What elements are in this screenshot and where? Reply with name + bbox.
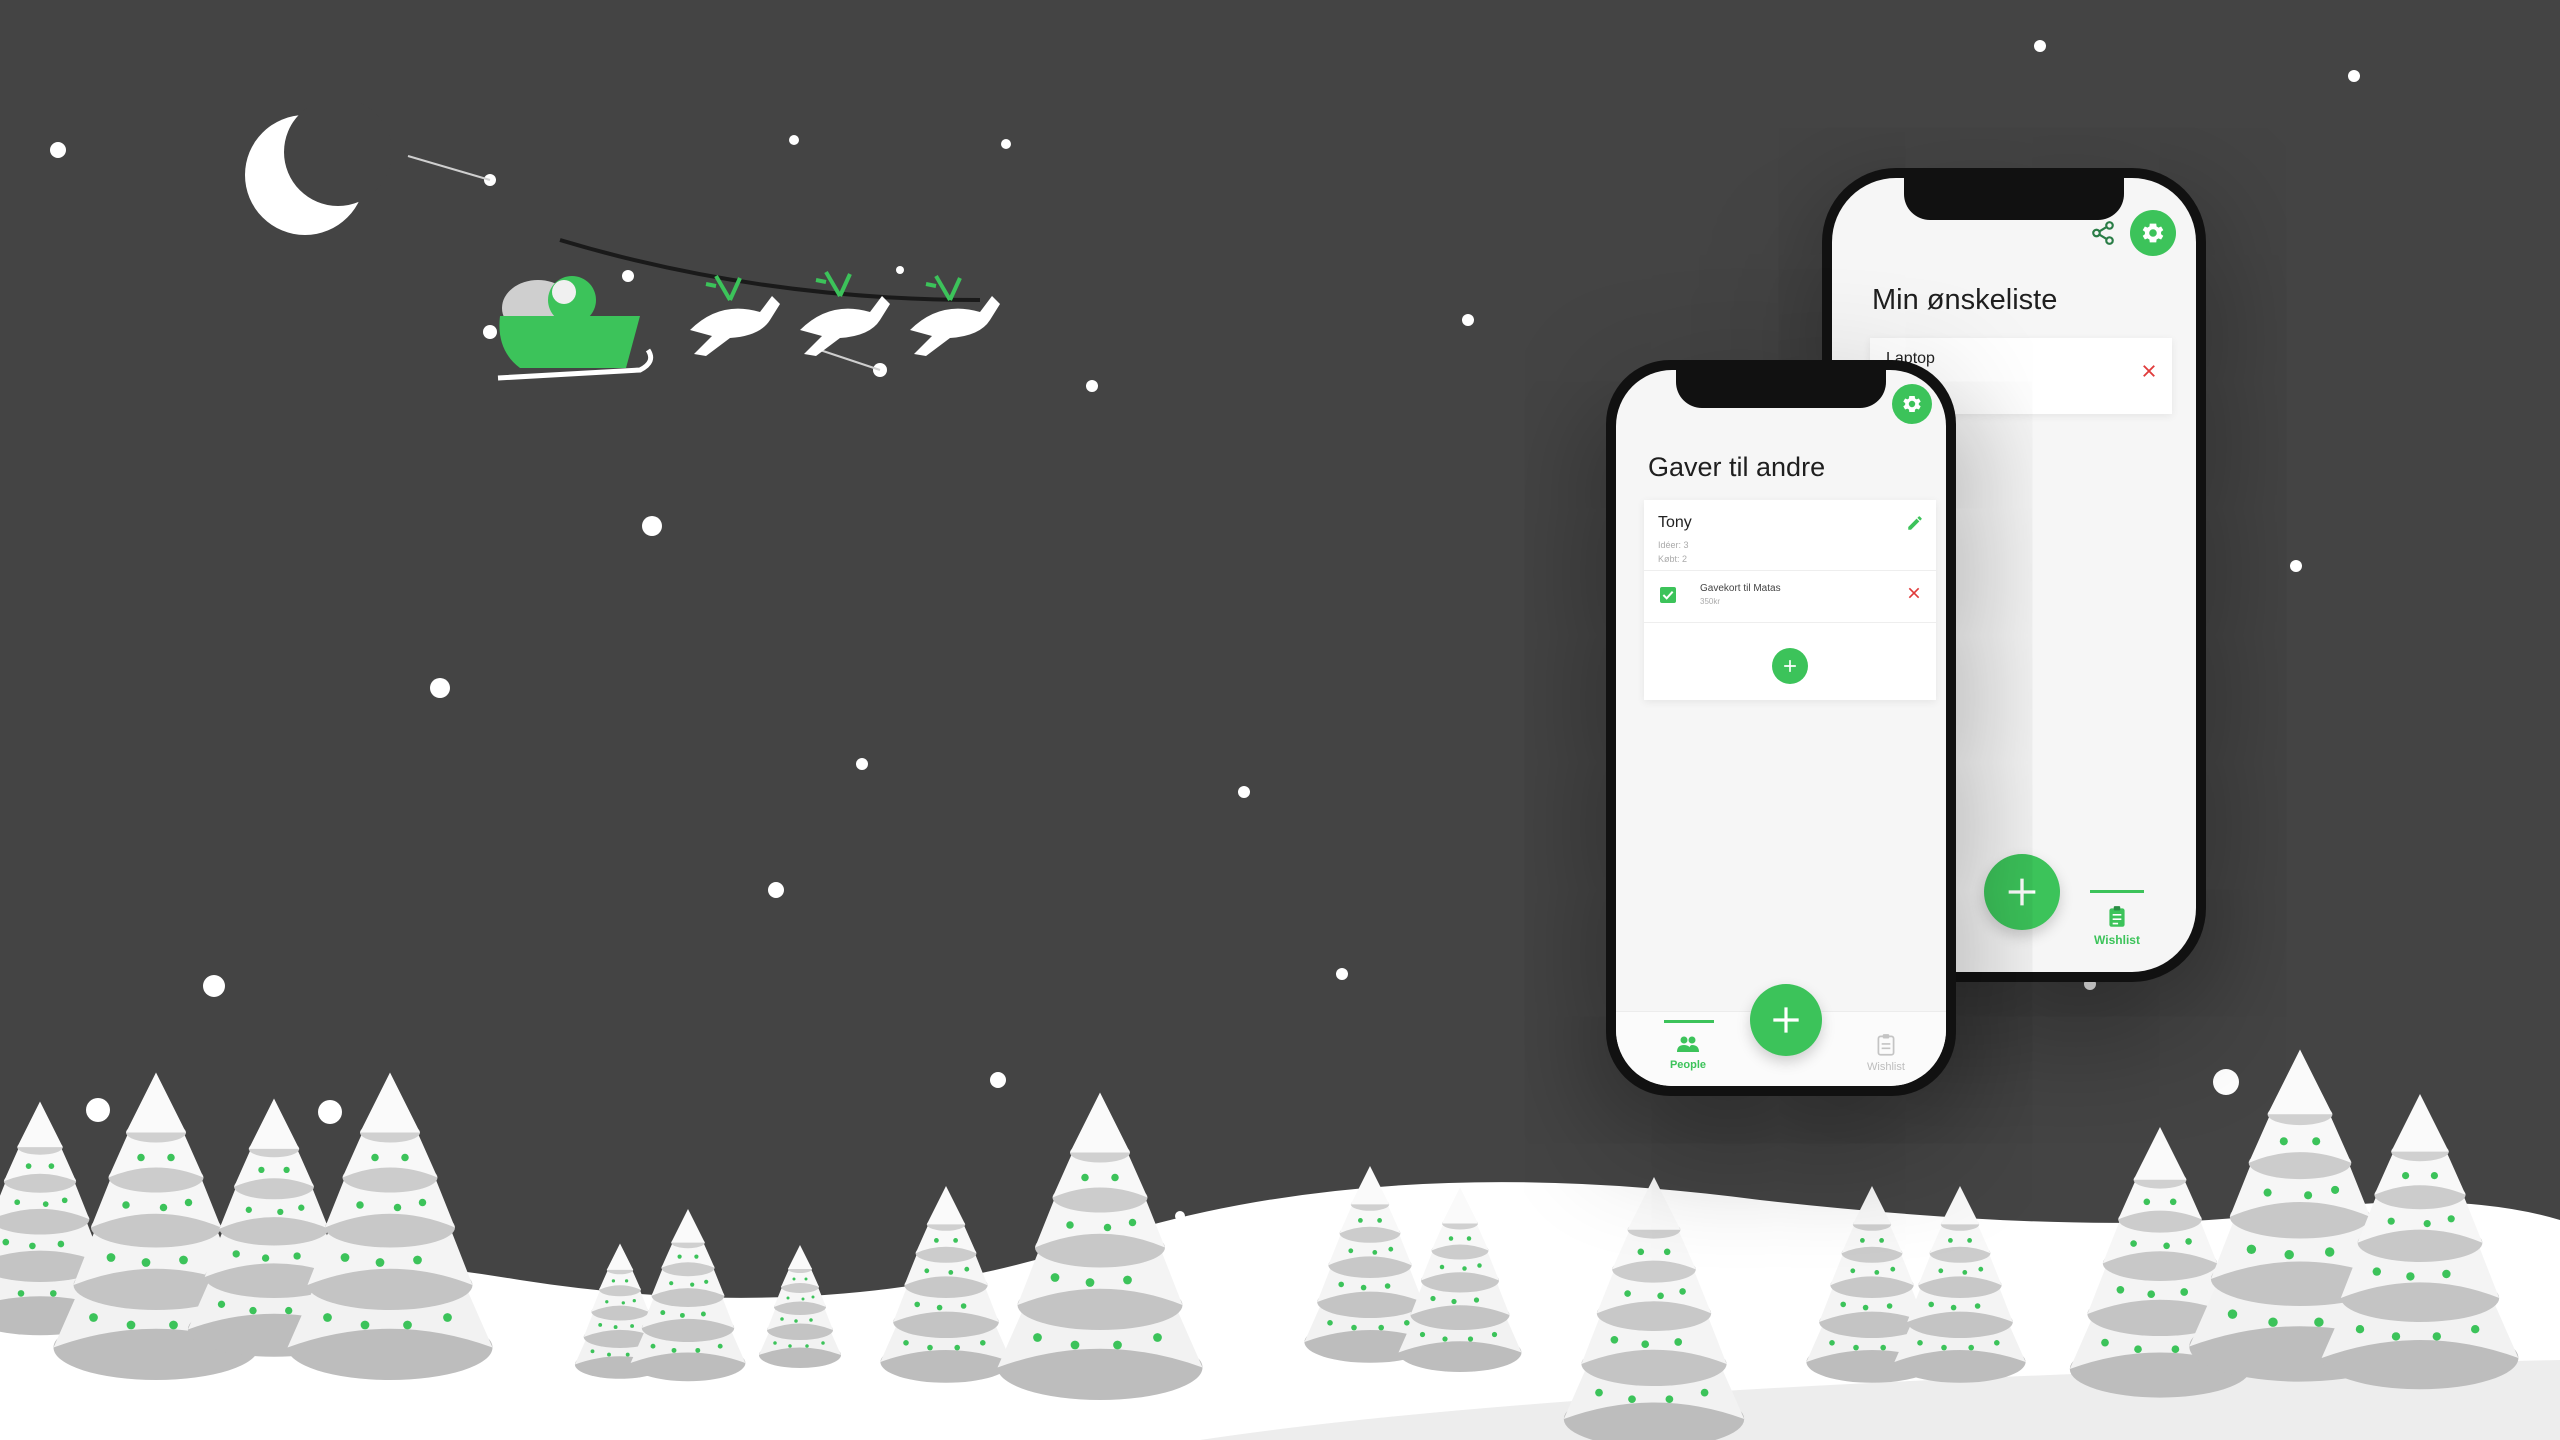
clipboard-icon — [2109, 906, 2125, 927]
page-title: Min ønskeliste — [1872, 284, 2058, 316]
tab-wishlist[interactable]: Wishlist — [1850, 1032, 1922, 1073]
close-icon[interactable] — [2140, 362, 2158, 380]
tab-label: People — [1669, 1059, 1707, 1071]
gift-row[interactable]: Gavekort til Matas 350kr — [1644, 571, 1936, 621]
phone-screen-gifts: Gaver til andre Tony Idéer: 3 Købt: 2 Ga… — [1616, 370, 1946, 1086]
people-icon — [1677, 1036, 1699, 1052]
person-bought: Købt: 2 — [1658, 554, 1688, 564]
gear-icon — [1903, 396, 1921, 412]
phone-notch — [1676, 370, 1886, 408]
tab-label: Wishlist — [1867, 1061, 1905, 1073]
tab-people[interactable]: People — [1652, 1032, 1724, 1071]
plus-icon — [1773, 1007, 1799, 1033]
page-title: Gaver til andre — [1648, 452, 1826, 482]
edit-icon[interactable] — [1906, 514, 1924, 532]
person-name: Tony — [1658, 514, 1692, 531]
tab-wishlist[interactable]: Wishlist — [2082, 904, 2152, 947]
gear-icon — [2142, 223, 2164, 243]
santa-sleigh-icon — [497, 238, 1000, 381]
checkbox-icon[interactable] — [1660, 587, 1676, 603]
moon-icon — [245, 98, 392, 235]
settings-button[interactable] — [1892, 384, 1932, 424]
phone-gifts: Gaver til andre Tony Idéer: 3 Købt: 2 Ga… — [1606, 360, 1956, 1096]
tab-indicator — [2090, 890, 2144, 893]
gift-label: Gavekort til Matas — [1700, 583, 1781, 594]
add-wish-button[interactable] — [1984, 854, 2060, 930]
close-icon[interactable] — [1906, 585, 1922, 601]
person-card: Tony Idéer: 3 Købt: 2 Gavekort til Matas… — [1644, 500, 1936, 700]
plus-icon — [1784, 660, 1796, 672]
phone-notch — [1904, 178, 2124, 220]
person-ideas: Idéer: 3 — [1658, 540, 1689, 550]
share-icon[interactable] — [2090, 220, 2116, 246]
add-person-button[interactable] — [1750, 984, 1822, 1056]
tab-label: Wishlist — [2094, 933, 2140, 947]
add-gift-button[interactable] — [1772, 648, 1808, 684]
divider — [1644, 622, 1936, 623]
tab-indicator — [1664, 1020, 1714, 1023]
plus-icon — [2008, 878, 2036, 906]
settings-button[interactable] — [2130, 210, 2176, 256]
clipboard-icon — [1877, 1034, 1895, 1056]
gift-price: 350kr — [1700, 597, 1721, 606]
